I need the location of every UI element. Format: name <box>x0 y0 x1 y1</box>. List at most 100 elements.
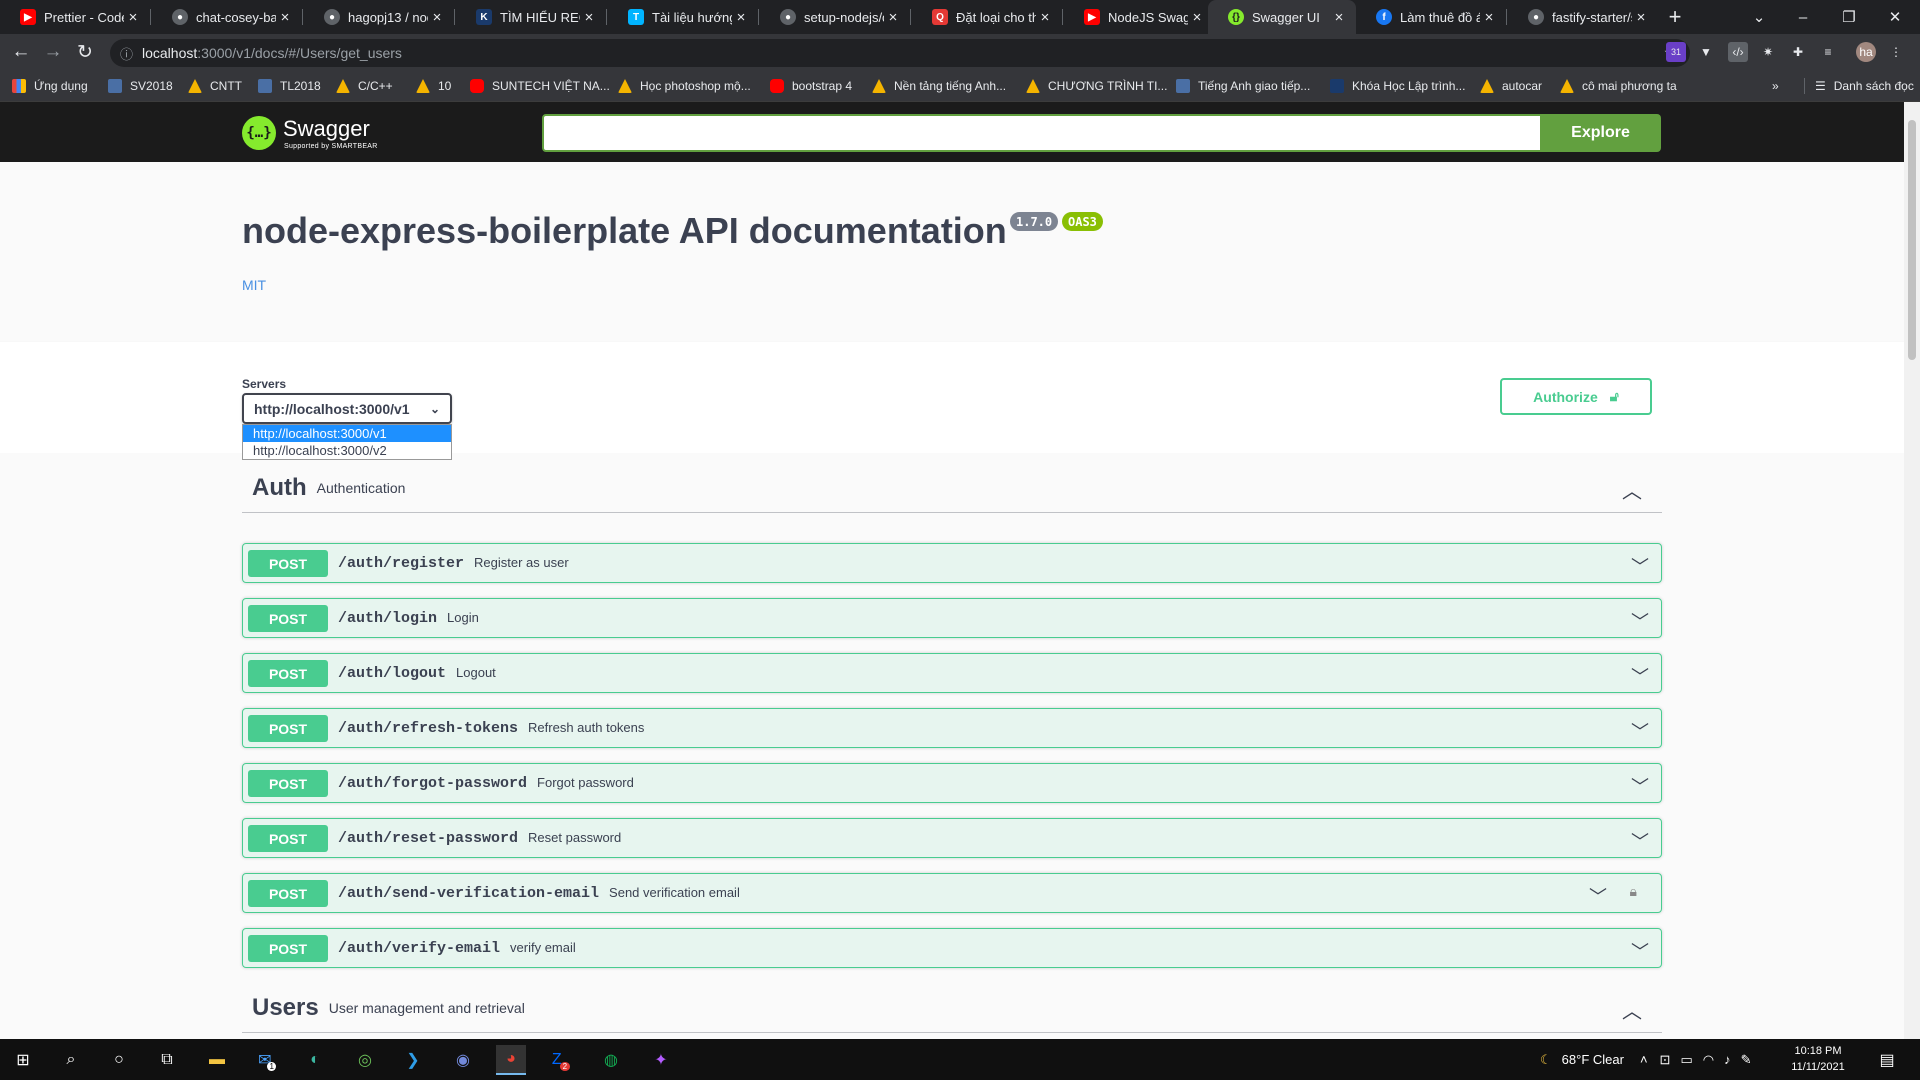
edge-icon[interactable]: ◐ <box>300 1045 330 1075</box>
bookmark-suntech[interactable]: SUNTECH VIỆT NA... <box>470 78 610 94</box>
tab-tai-lieu[interactable]: T Tài liệu hướng d× <box>608 0 758 34</box>
bookmark-sv2018[interactable]: SV2018 <box>108 78 173 94</box>
battery-icon[interactable]: ▭ <box>1680 1052 1692 1068</box>
server-option[interactable]: http://localhost:3000/v1 <box>243 425 451 442</box>
spec-url-input[interactable] <box>542 114 1542 152</box>
operation-row[interactable]: POST/auth/verify-email verify email ﹀ <box>242 928 1662 968</box>
volume-icon[interactable]: ♪ <box>1724 1052 1731 1067</box>
authorize-button[interactable]: Authorize 🔓︎ <box>1500 378 1652 415</box>
operation-row[interactable]: POST/auth/forgot-password Forgot password… <box>242 763 1662 803</box>
tab-dat-loai[interactable]: Q Đặt loại cho tha× <box>912 0 1062 34</box>
bookmark-cntt[interactable]: CNTT <box>188 78 242 94</box>
server-option[interactable]: http://localhost:3000/v2 <box>243 442 451 459</box>
close-icon[interactable]: × <box>580 9 598 26</box>
close-icon[interactable]: × <box>1330 9 1348 26</box>
bookmark-bootstrap4[interactable]: bootstrap 4 <box>770 78 852 94</box>
wifi-icon[interactable]: ◠ <box>1703 1052 1714 1068</box>
mongodb-compass-icon[interactable]: ◍ <box>596 1045 626 1075</box>
file-explorer-icon[interactable]: ▬ <box>202 1045 232 1075</box>
restore-button[interactable]: ❐ <box>1826 0 1872 34</box>
tray-app-icon[interactable]: ⊡ <box>1660 1052 1671 1068</box>
operation-row[interactable]: POST/auth/register Register as user ﹀ <box>242 543 1662 583</box>
chevron-down-icon[interactable]: ﹀ <box>1589 883 1607 909</box>
bookmark-cpp[interactable]: C/C++ <box>336 78 393 94</box>
extension-calendar-icon[interactable]: 31 <box>1666 42 1686 62</box>
lock-icon[interactable]: 🔒︎ <box>1630 883 1637 900</box>
operation-row[interactable]: POST/auth/logout Logout ﹀ <box>242 653 1662 693</box>
new-tab-button[interactable]: + <box>1660 0 1690 34</box>
close-icon[interactable]: × <box>884 9 902 26</box>
cortana-icon[interactable]: ○ <box>104 1045 134 1075</box>
chevron-down-icon[interactable]: ﹀ <box>1631 773 1649 799</box>
pen-icon[interactable]: ✎ <box>1741 1052 1752 1068</box>
operation-row[interactable]: POST/auth/reset-password Reset password ﹀ <box>242 818 1662 858</box>
chevron-down-icon[interactable]: ﹀ <box>1631 553 1649 579</box>
reading-list[interactable]: ☰ Danh sách đọc <box>1804 78 1914 94</box>
close-icon[interactable]: × <box>1188 9 1206 26</box>
tag-header-users[interactable]: Users User management and retrieval ︿ <box>242 983 1662 1033</box>
close-icon[interactable]: × <box>1632 9 1650 26</box>
explore-button[interactable]: Explore <box>1540 114 1661 152</box>
zalo-icon[interactable]: Z2 <box>546 1045 576 1075</box>
bookmark-tl2018[interactable]: TL2018 <box>258 78 321 94</box>
reload-icon[interactable]: ↻ <box>73 40 97 64</box>
app-icon[interactable]: ◎ <box>350 1045 380 1075</box>
operation-row[interactable]: POST/auth/refresh-tokens Refresh auth tok… <box>242 708 1662 748</box>
chrome-icon[interactable]: ◕ <box>496 1045 526 1075</box>
tag-header-auth[interactable]: Auth Authentication ︿ <box>242 463 1662 513</box>
chevron-up-icon[interactable]: ˄ <box>1640 1052 1648 1067</box>
chevron-down-icon[interactable]: ﹀ <box>1631 608 1649 634</box>
address-bar[interactable]: ⓘ localhost:3000/v1/docs/#/Users/get_use… <box>110 39 1690 67</box>
clock[interactable]: 10:18 PM 11/11/2021 <box>1788 1043 1848 1075</box>
task-view-icon[interactable]: ⧉ <box>152 1045 182 1075</box>
bookmark-autocar[interactable]: autocar <box>1480 78 1542 94</box>
extensions-puzzle-icon[interactable]: ✚ <box>1788 42 1808 62</box>
bookmark-nen-tang[interactable]: Nền tảng tiếng Anh... <box>872 78 1006 94</box>
windows-start-icon[interactable]: ⊞ <box>8 1045 38 1075</box>
info-icon[interactable]: ⓘ <box>120 44 133 63</box>
tab-search-chevron-icon[interactable]: ⌄ <box>1736 0 1782 34</box>
weather-text[interactable]: 68°F Clear <box>1562 1052 1624 1067</box>
tab-swagger-ui[interactable]: {} Swagger UI × <box>1208 0 1356 34</box>
tab-lam-thue[interactable]: f Làm thuê đồ án× <box>1356 0 1506 34</box>
back-icon[interactable]: ← <box>9 40 33 64</box>
tab-chat-cosey[interactable]: ● chat-cosey-back× <box>152 0 302 34</box>
tab-nodejs-swagger[interactable]: ▶ NodeJS Swagge× <box>1064 0 1214 34</box>
chevron-up-icon[interactable]: ︿ <box>1622 475 1642 504</box>
search-icon[interactable]: ⌕ <box>56 1045 86 1075</box>
close-icon[interactable]: × <box>1480 9 1498 26</box>
vscode-icon[interactable]: ❯ <box>398 1045 428 1075</box>
bookmark-tieng-anh[interactable]: Tiếng Anh giao tiếp... <box>1176 78 1310 94</box>
forward-icon[interactable]: → <box>41 40 65 64</box>
bookmark-apps[interactable]: Ứng dụng <box>12 78 88 94</box>
chevron-down-icon[interactable]: ﹀ <box>1631 828 1649 854</box>
bookmarks-overflow-icon[interactable]: » <box>1772 78 1779 94</box>
swagger-logo-text[interactable]: Swagger <box>283 116 370 142</box>
mail-icon[interactable]: ✉ 1 <box>252 1045 282 1075</box>
messenger-icon[interactable]: ✦ <box>646 1045 676 1075</box>
bookmark-khoa-hoc[interactable]: Khóa Học Lập trình... <box>1330 78 1465 94</box>
bookmark-chuong-trinh[interactable]: CHƯƠNG TRÌNH TI... <box>1026 78 1167 94</box>
close-icon[interactable]: × <box>428 9 446 26</box>
discord-icon[interactable]: ◉ <box>448 1045 478 1075</box>
browser-menu-icon[interactable]: ⋮ <box>1886 42 1906 62</box>
tab-prettier[interactable]: ▶ Prettier - Code f× <box>0 0 150 34</box>
code-extension-icon[interactable]: ‹/› <box>1728 42 1748 62</box>
tab-fastify-starter[interactable]: ● fastify-starter/sr× <box>1508 0 1658 34</box>
operation-row[interactable]: POST/auth/send-verification-email Send ve… <box>242 873 1662 913</box>
tab-setup-nodejs[interactable]: ● setup-nodejs/co× <box>760 0 910 34</box>
bookmark-10[interactable]: 10 <box>416 78 451 94</box>
vue-devtools-icon[interactable]: ▼ <box>1696 42 1716 62</box>
tab-tim-hieu[interactable]: K TÌM HIỂU REGU× <box>456 0 606 34</box>
close-window-button[interactable]: ✕ <box>1872 0 1918 34</box>
close-icon[interactable]: × <box>276 9 294 26</box>
servers-select[interactable]: http://localhost:3000/v1 ⌄ <box>242 393 452 424</box>
minimize-button[interactable]: – <box>1780 0 1826 34</box>
license-link[interactable]: MIT <box>242 277 266 293</box>
translate-extension-icon[interactable]: ✷ <box>1758 42 1778 62</box>
bookmark-co-mai[interactable]: cô mai phương ta <box>1560 78 1677 94</box>
media-control-icon[interactable]: ≡ <box>1818 42 1838 62</box>
chevron-down-icon[interactable]: ﹀ <box>1631 663 1649 689</box>
scrollbar-thumb[interactable] <box>1908 120 1916 360</box>
chevron-down-icon[interactable]: ﹀ <box>1631 718 1649 744</box>
